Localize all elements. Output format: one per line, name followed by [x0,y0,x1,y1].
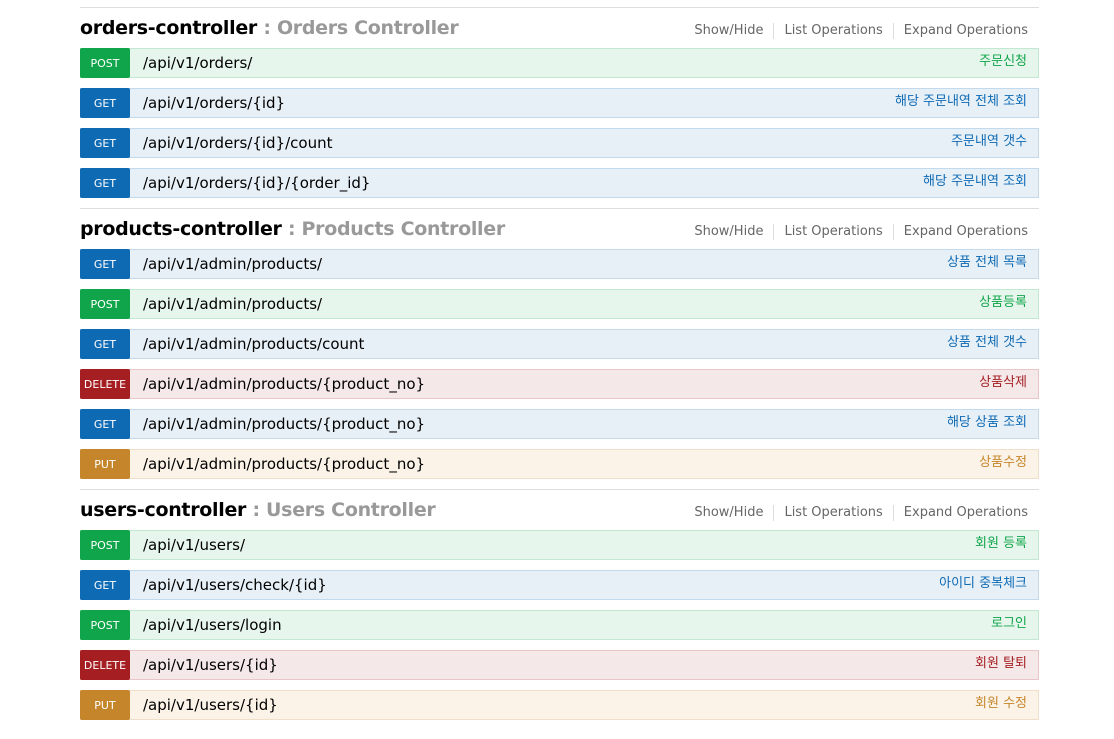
http-method-get-button[interactable]: GET [80,409,130,439]
operation-path-link[interactable]: /api/v1/admin/products/{product_no} [130,370,425,398]
resource-options: Show/Hide List Operations Expand Operation… [684,505,1028,521]
operation-path-link[interactable]: /api/v1/users/check/{id} [130,571,327,599]
resource-header: users-controller : Users Controller Show/… [80,490,1039,530]
list-operations-link[interactable]: List Operations [773,505,892,521]
show-hide-link[interactable]: Show/Hide [684,224,773,240]
http-method-get-button[interactable]: GET [80,249,130,279]
operation-summary-link[interactable]: 해당 주문내역 전체 조회 [895,89,1027,115]
operation-get[interactable]: GET/api/v1/admin/products/상품 전체 목록 [80,249,1039,279]
show-hide-link[interactable]: Show/Hide [684,505,773,521]
operation-path-link[interactable]: /api/v1/admin/products/{product_no} [130,450,425,478]
operation-summary-link[interactable]: 주문신청 [979,49,1027,75]
http-method-put-button[interactable]: PUT [80,449,130,479]
http-method-get-button[interactable]: GET [80,128,130,158]
resource-header: products-controller : Products Controlle… [80,209,1039,249]
operation-put[interactable]: PUT/api/v1/admin/products/{product_no} 상품… [80,449,1039,479]
operation-path-link[interactable]: /api/v1/orders/{id}/{order_id} [130,169,370,197]
list-operations-link[interactable]: List Operations [773,224,892,240]
operation-get[interactable]: GET/api/v1/users/check/{id} 아이디 중복체크 [80,570,1039,600]
controller-name[interactable]: products-controller [80,218,282,240]
expand-operations-link[interactable]: Expand Operations [892,505,1028,521]
operation-path-link[interactable]: /api/v1/users/login [130,611,282,639]
http-method-post-button[interactable]: POST [80,48,130,78]
operation-get[interactable]: GET/api/v1/orders/{id}/count 주문내역 갯수 [80,128,1039,158]
list-operations-link[interactable]: List Operations [773,23,892,39]
http-method-get-button[interactable]: GET [80,168,130,198]
operation-post[interactable]: POST/api/v1/users/회원 등록 [80,530,1039,560]
operation-get[interactable]: GET/api/v1/orders/{id}/{order_id} 해당 주문내역… [80,168,1039,198]
operation-post[interactable]: POST/api/v1/orders/주문신청 [80,48,1039,78]
http-method-get-button[interactable]: GET [80,570,130,600]
operation-summary-link[interactable]: 회원 수정 [975,691,1027,717]
operation-put[interactable]: PUT/api/v1/users/{id} 회원 수정 [80,690,1039,720]
operation-summary-link[interactable]: 해당 상품 조회 [947,410,1027,436]
operation-delete[interactable]: DELETE/api/v1/users/{id} 회원 탈퇴 [80,650,1039,680]
operation-summary-link[interactable]: 해당 주문내역 조회 [923,169,1027,195]
operation-post[interactable]: POST/api/v1/admin/products/상품등록 [80,289,1039,319]
expand-operations-link[interactable]: Expand Operations [892,224,1028,240]
resource-options: Show/Hide List Operations Expand Operation… [684,224,1028,240]
operation-summary-link[interactable]: 회원 등록 [975,531,1027,557]
operation-path-link[interactable]: /api/v1/orders/{id} [130,89,285,117]
controller-name[interactable]: users-controller [80,499,246,521]
operation-summary-link[interactable]: 주문내역 갯수 [951,129,1027,155]
operation-post[interactable]: POST/api/v1/users/login 로그인 [80,610,1039,640]
operation-path-link[interactable]: /api/v1/users/{id} [130,651,278,679]
operation-path-link[interactable]: /api/v1/admin/products/{product_no} [130,410,425,438]
api-resource-list: orders-controller : Orders Controller Sho… [80,7,1039,730]
http-method-get-button[interactable]: GET [80,329,130,359]
operation-path-link[interactable]: /api/v1/admin/products/count [130,330,364,358]
controller-description: : Products Controller [281,218,505,240]
controller-name[interactable]: orders-controller [80,17,257,39]
operation-path-link[interactable]: /api/v1/orders/{id}/count [130,129,332,157]
operation-summary-link[interactable]: 아이디 중복체크 [939,571,1027,597]
operation-summary-link[interactable]: 상품수정 [979,450,1027,476]
http-method-post-button[interactable]: POST [80,530,130,560]
controller-description: : Users Controller [246,499,436,521]
resource-title[interactable]: products-controller : Products Controlle… [80,218,505,240]
operation-summary-link[interactable]: 상품삭제 [979,370,1027,396]
http-method-put-button[interactable]: PUT [80,690,130,720]
operation-path-link[interactable]: /api/v1/admin/products/ [130,290,322,318]
controller-description: : Orders Controller [257,17,459,39]
http-method-delete-button[interactable]: DELETE [80,369,130,399]
operation-summary-link[interactable]: 상품 전체 목록 [947,250,1027,276]
http-method-post-button[interactable]: POST [80,289,130,319]
resource-options: Show/Hide List Operations Expand Operation… [684,23,1028,39]
operation-get[interactable]: GET/api/v1/orders/{id} 해당 주문내역 전체 조회 [80,88,1039,118]
http-method-get-button[interactable]: GET [80,88,130,118]
show-hide-link[interactable]: Show/Hide [684,23,773,39]
operation-path-link[interactable]: /api/v1/users/ [130,531,245,559]
operation-get[interactable]: GET/api/v1/admin/products/{product_no} 해당… [80,409,1039,439]
resource-header: orders-controller : Orders Controller Sho… [80,8,1039,48]
products-resource: products-controller : Products Controlle… [80,208,1039,479]
operation-get[interactable]: GET/api/v1/admin/products/count 상품 전체 갯수 [80,329,1039,359]
resource-title[interactable]: users-controller : Users Controller [80,499,436,521]
operation-delete[interactable]: DELETE/api/v1/admin/products/{product_no… [80,369,1039,399]
resource-title[interactable]: orders-controller : Orders Controller [80,17,459,39]
operation-summary-link[interactable]: 회원 탈퇴 [975,651,1027,677]
http-method-delete-button[interactable]: DELETE [80,650,130,680]
users-resource: users-controller : Users Controller Show/… [80,489,1039,720]
operation-summary-link[interactable]: 상품 전체 갯수 [947,330,1027,356]
operation-path-link[interactable]: /api/v1/admin/products/ [130,250,322,278]
operation-summary-link[interactable]: 로그인 [991,611,1027,637]
http-method-post-button[interactable]: POST [80,610,130,640]
operation-path-link[interactable]: /api/v1/users/{id} [130,691,278,719]
expand-operations-link[interactable]: Expand Operations [892,23,1028,39]
orders-resource: orders-controller : Orders Controller Sho… [80,7,1039,198]
operation-summary-link[interactable]: 상품등록 [979,290,1027,316]
operation-path-link[interactable]: /api/v1/orders/ [130,49,252,77]
